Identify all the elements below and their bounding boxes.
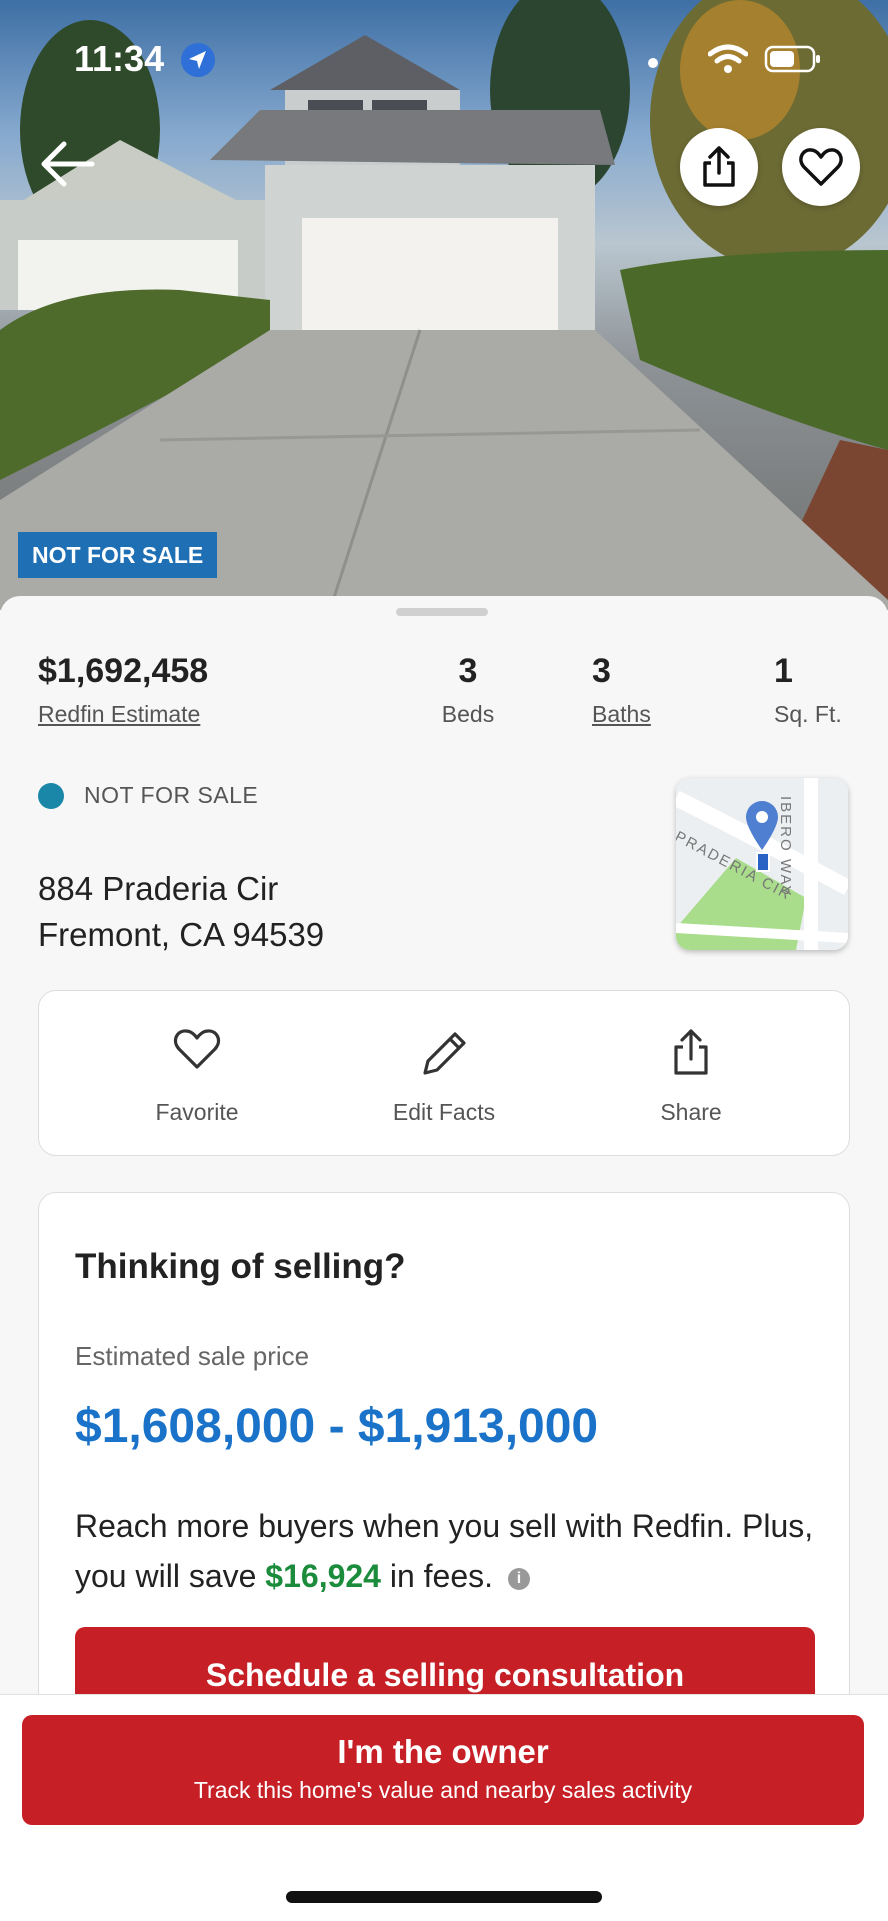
share-button[interactable] bbox=[680, 128, 758, 206]
listing-status: NOT FOR SALE bbox=[38, 782, 258, 809]
baths-link[interactable]: Baths bbox=[592, 701, 651, 728]
selling-description: Reach more buyers when you sell with Red… bbox=[75, 1501, 835, 1601]
edit-facts-label: Edit Facts bbox=[392, 1099, 496, 1125]
info-icon[interactable]: i bbox=[507, 1567, 530, 1590]
thinking-of-selling-card: Thinking of selling? Estimated sale pric… bbox=[38, 1192, 850, 1754]
arrow-left-icon[interactable] bbox=[38, 140, 96, 188]
sqft-stat: 1 Sq. Ft. bbox=[774, 652, 842, 728]
location-arrow-icon bbox=[181, 43, 215, 77]
property-photo[interactable]: 11:34 NOT FOR SALE bbox=[0, 0, 888, 610]
sqft-value: 1 bbox=[774, 652, 793, 690]
share-label: Share bbox=[660, 1099, 722, 1125]
favorite-button[interactable] bbox=[782, 128, 860, 206]
im-the-owner-button[interactable]: I'm the owner Track this home's value an… bbox=[22, 1715, 864, 1825]
beds-stat: 3 Beds bbox=[438, 652, 498, 728]
savings-amount: $16,924 bbox=[265, 1558, 381, 1594]
quick-actions-card: Favorite Edit Facts Share bbox=[38, 990, 850, 1156]
favorite-action[interactable]: Favorite bbox=[97, 1027, 297, 1126]
property-address: 884 Praderia Cir Fremont, CA 94539 bbox=[38, 866, 324, 958]
favorite-label: Favorite bbox=[155, 1099, 239, 1125]
baths-stat: 3 Baths bbox=[592, 652, 651, 728]
estimated-sale-range: $1,608,000 - $1,913,000 bbox=[75, 1400, 599, 1453]
cellular-signal-icon bbox=[648, 58, 658, 68]
owner-button-title: I'm the owner bbox=[337, 1733, 549, 1770]
status-bar: 11:34 bbox=[0, 0, 888, 120]
heart-icon bbox=[799, 148, 843, 186]
address-line1: 884 Praderia Cir bbox=[38, 870, 279, 907]
beds-value: 3 bbox=[458, 652, 478, 690]
beds-label: Beds bbox=[441, 701, 495, 727]
battery-icon bbox=[764, 45, 820, 73]
status-dot bbox=[38, 782, 64, 809]
edit-facts-action[interactable]: Edit Facts bbox=[344, 1027, 544, 1126]
status-time: 11:34 bbox=[74, 38, 165, 79]
redfin-estimate-link[interactable]: Redfin Estimate bbox=[38, 701, 208, 728]
estimated-sale-label: Estimated sale price bbox=[75, 1341, 310, 1371]
drag-handle[interactable] bbox=[396, 608, 488, 616]
selling-desc-suffix: in fees. bbox=[389, 1558, 494, 1594]
share-icon bbox=[674, 1029, 708, 1075]
bottom-action-bar: I'm the owner Track this home's value an… bbox=[0, 1694, 888, 1921]
pencil-icon bbox=[423, 1032, 466, 1075]
listing-status-text: NOT FOR SALE bbox=[84, 782, 259, 808]
price-value: $1,692,458 bbox=[38, 652, 209, 690]
not-for-sale-badge: NOT FOR SALE bbox=[18, 532, 218, 578]
price-stat: $1,692,458 Redfin Estimate bbox=[38, 652, 208, 728]
baths-value: 3 bbox=[592, 652, 611, 690]
owner-button-subtitle: Track this home's value and nearby sales… bbox=[193, 1777, 693, 1803]
home-indicator[interactable] bbox=[286, 1891, 602, 1903]
map-pin-icon bbox=[746, 801, 778, 850]
map-thumbnail[interactable]: PRADERIA CIR IBERO WAY bbox=[676, 778, 848, 950]
wifi-icon bbox=[708, 44, 748, 73]
selling-card-title: Thinking of selling? bbox=[75, 1247, 406, 1286]
sqft-label: Sq. Ft. bbox=[774, 701, 842, 727]
address-line2: Fremont, CA 94539 bbox=[38, 916, 325, 953]
share-action[interactable]: Share bbox=[591, 1027, 791, 1126]
share-icon bbox=[703, 146, 735, 187]
heart-icon bbox=[173, 1029, 221, 1069]
map-parcel-marker bbox=[756, 852, 770, 872]
